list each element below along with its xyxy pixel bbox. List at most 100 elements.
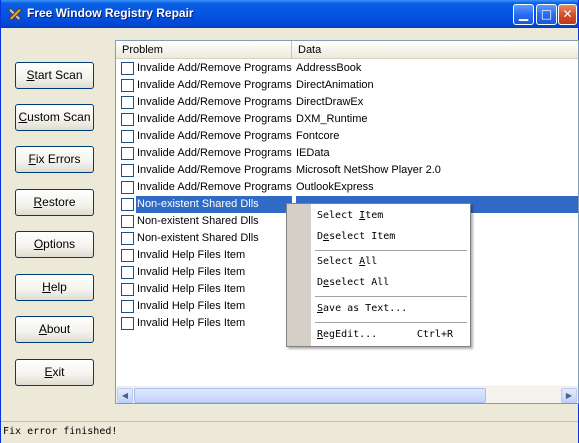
close-button[interactable]: ✕ <box>558 4 577 25</box>
button-label: ustom Scan <box>27 110 91 124</box>
fix-errors-button[interactable]: Fix Errors <box>15 146 94 173</box>
cell-data: AddressBook <box>296 62 362 74</box>
cell-problem: Invalide Add/Remove Programs <box>137 113 292 125</box>
button-label: ptions <box>43 237 76 251</box>
button-mnemonic: F <box>28 152 36 166</box>
custom-scan-button[interactable]: Custom Scan <box>15 104 94 131</box>
cell-data: DirectDrawEx <box>296 96 364 108</box>
row-checkbox[interactable] <box>121 249 134 262</box>
row-checkbox[interactable] <box>121 130 134 143</box>
cell-problem: Invalide Add/Remove Programs <box>137 130 292 142</box>
table-row[interactable]: Invalide Add/Remove Programs Fontcore <box>116 128 578 145</box>
table-row[interactable]: Invalide Add/Remove Programs OutlookExpre… <box>116 179 578 196</box>
button-mnemonic: O <box>33 237 44 251</box>
table-row[interactable]: Invalide Add/Remove Programs IEData <box>116 145 578 162</box>
button-label: estore <box>42 195 76 209</box>
cell-problem: Invalide Add/Remove Programs <box>137 147 292 159</box>
minimize-button[interactable]: ▁ <box>513 4 534 25</box>
menu-item-select-item[interactable]: Select Item <box>317 206 467 226</box>
cell-problem: Invalid Help Files Item <box>137 283 246 295</box>
menu-separator <box>315 322 467 323</box>
cell-data: DirectAnimation <box>296 79 374 91</box>
options-button[interactable]: Options <box>15 231 94 258</box>
menu-shortcut: Ctrl+R <box>416 329 453 340</box>
row-checkbox[interactable] <box>121 300 134 313</box>
row-checkbox[interactable] <box>121 164 134 177</box>
menu-separator <box>315 296 467 297</box>
cell-problem: Invalid Help Files Item <box>137 266 246 278</box>
menu-label: select All <box>329 277 390 288</box>
row-checkbox[interactable] <box>121 266 134 279</box>
cell-problem: Non-existent Shared Dlls <box>137 215 259 227</box>
restore-button[interactable]: Restore <box>15 189 94 216</box>
row-checkbox[interactable] <box>121 181 134 194</box>
menu-separator <box>315 250 467 251</box>
maximize-button[interactable]: □ <box>536 4 557 25</box>
menu-icon-gutter <box>287 204 311 346</box>
status-text: Fix error finished! <box>3 426 118 437</box>
row-checkbox[interactable] <box>121 147 134 160</box>
row-checkbox[interactable] <box>121 232 134 245</box>
button-mnemonic: H <box>42 280 51 294</box>
menu-item-deselect-all[interactable]: Deselect All <box>317 273 467 293</box>
cell-problem: Invalide Add/Remove Programs <box>137 62 292 74</box>
scroll-left-icon[interactable]: ◀ <box>117 388 133 403</box>
menu-label: ave as Text... <box>323 303 408 314</box>
cell-problem: Non-existent Shared Dlls <box>137 232 259 244</box>
cell-problem: Non-existent Shared Dlls <box>136 196 292 213</box>
context-menu: Select Item Deselect Item Select All Des… <box>286 203 471 347</box>
row-checkbox[interactable] <box>121 198 134 211</box>
row-checkbox[interactable] <box>121 96 134 109</box>
button-label: elp <box>50 280 67 294</box>
menu-label: egEdit... <box>323 329 378 340</box>
button-label: xit <box>52 365 65 379</box>
button-label: bout <box>46 322 71 336</box>
cell-problem: Invalide Add/Remove Programs <box>137 164 292 176</box>
menu-label: tem <box>365 210 384 221</box>
row-checkbox[interactable] <box>121 62 134 75</box>
row-checkbox[interactable] <box>121 283 134 296</box>
menu-item-regedit[interactable]: RegEdit... Ctrl+R <box>317 325 467 345</box>
scroll-thumb[interactable] <box>134 388 486 403</box>
menu-item-deselect-item[interactable]: Deselect Item <box>317 227 467 247</box>
button-mnemonic: R <box>33 195 43 209</box>
menu-label: Select <box>317 210 360 221</box>
cell-problem: Invalid Help Files Item <box>137 317 246 329</box>
column-header-problem[interactable]: Problem <box>116 41 292 59</box>
row-checkbox[interactable] <box>121 317 134 330</box>
table-row[interactable]: Invalide Add/Remove Programs AddressBook <box>116 60 578 77</box>
cell-data: Fontcore <box>296 130 340 142</box>
scroll-right-icon[interactable]: ▶ <box>561 388 577 403</box>
table-row[interactable]: Invalide Add/Remove Programs DXM_Runtime <box>116 111 578 128</box>
cell-data: IEData <box>296 147 330 159</box>
column-header-data[interactable]: Data <box>292 41 578 59</box>
list-header: Problem Data <box>116 41 578 59</box>
row-checkbox[interactable] <box>121 113 134 126</box>
cell-problem: Invalide Add/Remove Programs <box>137 79 292 91</box>
button-label: ix Errors <box>35 152 81 166</box>
menu-item-save-as-text[interactable]: Save as Text... <box>317 299 467 319</box>
table-row[interactable]: Invalide Add/Remove Programs DirectAnimat… <box>116 77 578 94</box>
button-mnemonic: A <box>38 322 47 336</box>
cell-problem: Invalide Add/Remove Programs <box>137 96 292 108</box>
window-title: Free Window Registry Repair <box>27 6 194 20</box>
button-mnemonic: E <box>44 365 53 379</box>
button-label: tart Scan <box>34 68 83 82</box>
menu-label: Select <box>317 256 360 267</box>
cell-data: DXM_Runtime <box>296 113 368 125</box>
cell-data: Microsoft NetShow Player 2.0 <box>296 164 441 176</box>
cell-problem: Invalid Help Files Item <box>137 300 246 312</box>
table-row[interactable]: Invalide Add/Remove Programs DirectDrawEx <box>116 94 578 111</box>
horizontal-scrollbar[interactable]: ◀ ▶ <box>116 386 578 403</box>
cell-problem: Invalid Help Files Item <box>137 249 246 261</box>
table-row[interactable]: Invalide Add/Remove Programs Microsoft Ne… <box>116 162 578 179</box>
about-button[interactable]: About <box>15 316 94 343</box>
menu-item-select-all[interactable]: Select All <box>317 252 467 272</box>
help-button[interactable]: Help <box>15 274 94 301</box>
row-checkbox[interactable] <box>121 79 134 92</box>
title-bar[interactable]: Free Window Registry Repair ▁ □ ✕ <box>1 0 578 28</box>
exit-button[interactable]: Exit <box>15 359 94 386</box>
tools-icon <box>8 7 22 21</box>
row-checkbox[interactable] <box>121 215 134 228</box>
start-scan-button[interactable]: Start Scan <box>15 62 94 89</box>
